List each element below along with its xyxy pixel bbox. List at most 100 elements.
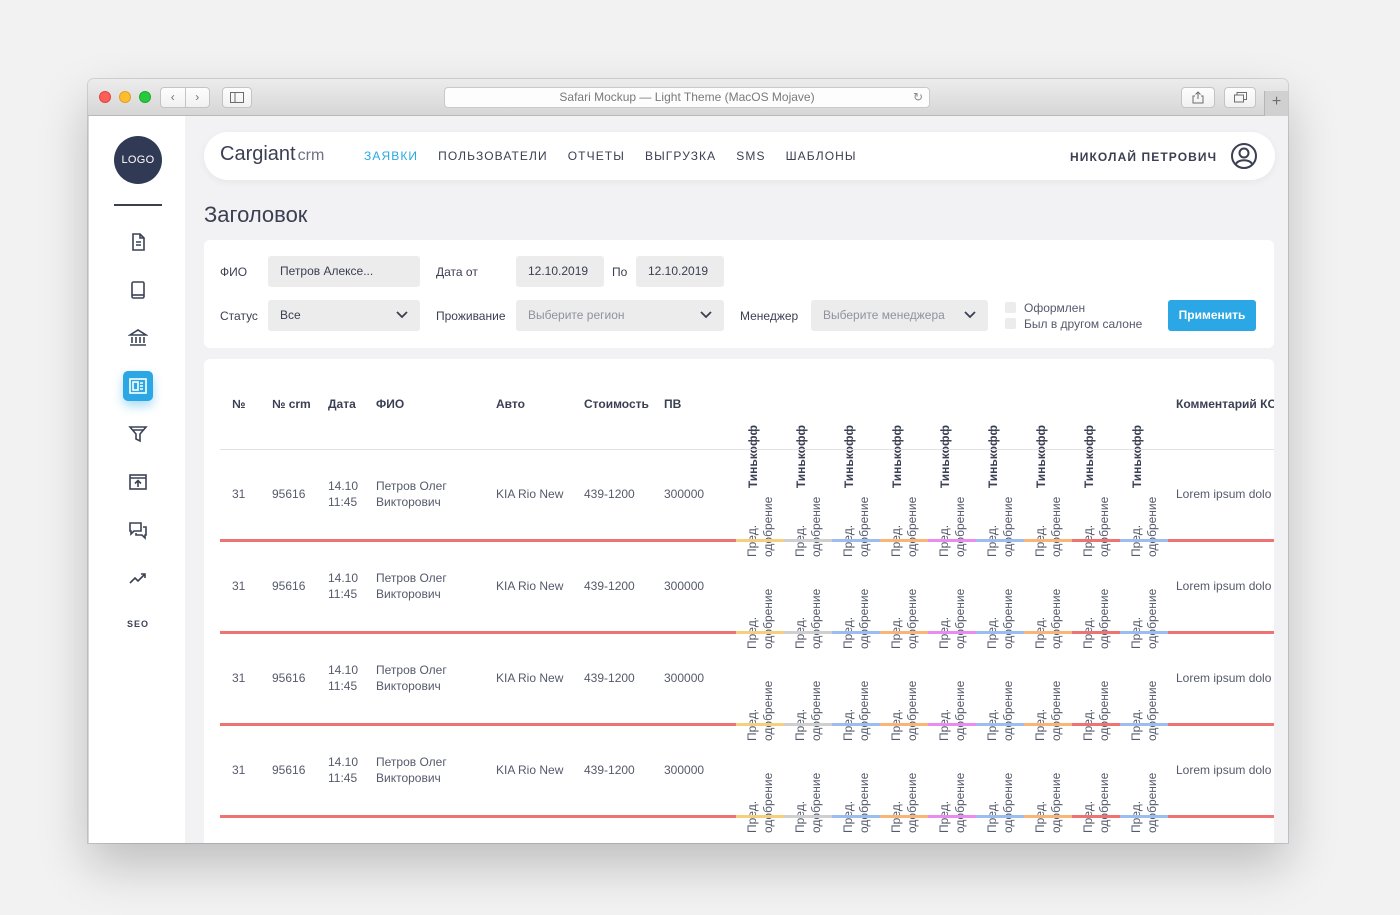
- upload-icon[interactable]: [123, 467, 153, 497]
- col-pv[interactable]: ПВ: [664, 397, 681, 411]
- cell-bank-status[interactable]: Пред.одобрение: [1080, 557, 1111, 649]
- cell-bank-status[interactable]: Пред.одобрение: [840, 557, 871, 649]
- tablet-icon[interactable]: [123, 275, 153, 305]
- reload-icon[interactable]: ↻: [913, 88, 923, 107]
- cell-bank-status[interactable]: Пред.одобрение: [1080, 649, 1111, 741]
- col-bank[interactable]: Тинькофф: [794, 377, 814, 488]
- cell-bank-status[interactable]: Пред.одобрение: [888, 557, 919, 649]
- done-checkbox-label[interactable]: Оформлен: [1024, 301, 1085, 315]
- col-num[interactable]: №: [232, 397, 245, 411]
- cell-bank-status[interactable]: Пред.одобрение: [744, 741, 775, 833]
- col-crm[interactable]: № crm: [272, 397, 311, 411]
- cell-bank-status[interactable]: Пред.одобрение: [936, 465, 967, 557]
- brand[interactable]: Cargiant crm: [220, 143, 324, 166]
- col-date[interactable]: Дата: [328, 397, 356, 411]
- cell-bank-status[interactable]: Пред.одобрение: [792, 741, 823, 833]
- col-bank[interactable]: Тинькофф: [1130, 377, 1150, 488]
- cell-bank-status[interactable]: Пред.одобрение: [1080, 741, 1111, 833]
- seo-link[interactable]: SEO: [109, 619, 167, 629]
- cell-bank-status[interactable]: Пред.одобрение: [936, 741, 967, 833]
- cell-bank-status[interactable]: Пред.одобрение: [744, 557, 775, 649]
- nav-sms[interactable]: SMS: [736, 149, 765, 163]
- cell-time: 11:45: [328, 679, 358, 693]
- trend-icon[interactable]: [123, 563, 153, 593]
- col-comment[interactable]: Комментарий КО: [1176, 397, 1274, 411]
- cell-bank-status[interactable]: Пред.одобрение: [984, 557, 1015, 649]
- logo[interactable]: LOGO: [114, 136, 162, 184]
- table-row[interactable]: 31 95616 14.10 11:45 Петров Олег Викторович KI…: [220, 634, 1274, 741]
- manager-select[interactable]: Выберите менеджера: [811, 300, 988, 331]
- nav-export[interactable]: ВЫГРУЗКА: [645, 149, 716, 163]
- cell-bank-status[interactable]: Пред.одобрение: [1032, 557, 1063, 649]
- cell-bank-status[interactable]: Пред.одобрение: [888, 741, 919, 833]
- col-bank[interactable]: Тинькофф: [938, 377, 958, 488]
- close-window-button[interactable]: [99, 91, 111, 103]
- cell-bank-status[interactable]: Пред.одобрение: [936, 557, 967, 649]
- col-bank[interactable]: Тинькофф: [1034, 377, 1054, 488]
- back-button[interactable]: ‹: [161, 88, 186, 107]
- zoom-window-button[interactable]: [139, 91, 151, 103]
- col-bank[interactable]: Тинькофф: [986, 377, 1006, 488]
- done-checkbox[interactable]: [1005, 302, 1016, 313]
- table-row[interactable]: 31 95616 14.10 11:45 Петров Олег Викторович KI…: [220, 542, 1274, 649]
- nav-requests[interactable]: ЗАЯВКИ: [364, 149, 418, 163]
- cell-bank-status[interactable]: Пред.одобрение: [1128, 557, 1159, 649]
- residence-select[interactable]: Выберите регион: [516, 300, 724, 331]
- cell-bank-status[interactable]: Пред.одобрение: [840, 465, 871, 557]
- bank-icon[interactable]: [123, 323, 153, 353]
- col-fio[interactable]: ФИО: [376, 397, 404, 411]
- cell-bank-status[interactable]: Пред.одобрение: [1128, 465, 1159, 557]
- cell-bank-status[interactable]: Пред.одобрение: [888, 649, 919, 741]
- address-bar[interactable]: Safari Mockup — Light Theme (MacOS Mojav…: [444, 87, 930, 108]
- cell-bank-status[interactable]: Пред.одобрение: [984, 741, 1015, 833]
- cell-bank-status[interactable]: Пред.одобрение: [744, 465, 775, 557]
- cell-bank-status[interactable]: Пред.одобрение: [744, 649, 775, 741]
- nav-users[interactable]: ПОЛЬЗОВАТЕЛИ: [438, 149, 548, 163]
- col-cost[interactable]: Стоимость: [584, 397, 649, 411]
- table-row[interactable]: 31 95616 14.10 11:45 Петров Олег Викторович KI…: [220, 450, 1274, 557]
- apply-button[interactable]: Применить: [1168, 300, 1256, 331]
- cell-bank-status[interactable]: Пред.одобрение: [1032, 465, 1063, 557]
- forward-button[interactable]: ›: [186, 88, 210, 107]
- col-bank[interactable]: Тинькофф: [842, 377, 862, 488]
- cell-bank-status[interactable]: Пред.одобрение: [840, 741, 871, 833]
- col-bank[interactable]: Тинькофф: [1082, 377, 1102, 488]
- new-tab-button[interactable]: +: [1264, 91, 1288, 116]
- chat-icon[interactable]: [123, 515, 153, 545]
- filter-icon[interactable]: [123, 419, 153, 449]
- tabs-overview-button[interactable]: [1224, 87, 1256, 108]
- cell-bank-status[interactable]: Пред.одобрение: [792, 465, 823, 557]
- requests-icon[interactable]: [123, 371, 153, 401]
- cell-bank-status[interactable]: Пред.одобрение: [1032, 649, 1063, 741]
- date-from-field[interactable]: 12.10.2019: [516, 256, 604, 287]
- cell-bank-status[interactable]: Пред.одобрение: [1128, 741, 1159, 833]
- cell-bank-status[interactable]: Пред.одобрение: [984, 465, 1015, 557]
- cell-bank-status[interactable]: Пред.одобрение: [936, 649, 967, 741]
- col-auto[interactable]: Авто: [496, 397, 525, 411]
- cell-bank-status[interactable]: Пред.одобрение: [1032, 741, 1063, 833]
- table-row[interactable]: 31 95616 14.10 11:45 Петров Олег Викторович KI…: [220, 726, 1274, 833]
- nav-templates[interactable]: ШАБЛОНЫ: [786, 149, 857, 163]
- col-bank[interactable]: Тинькофф: [890, 377, 910, 488]
- col-bank[interactable]: Тинькофф: [746, 377, 766, 488]
- cell-bank-status[interactable]: Пред.одобрение: [1080, 465, 1111, 557]
- document-icon[interactable]: [123, 227, 153, 257]
- other-salon-checkbox-label[interactable]: Был в другом салоне: [1024, 317, 1142, 331]
- user-avatar-icon[interactable]: [1230, 142, 1258, 170]
- date-to-field[interactable]: 12.10.2019: [636, 256, 724, 287]
- nav-reports[interactable]: ОТЧЕТЫ: [568, 149, 625, 163]
- minimize-window-button[interactable]: [119, 91, 131, 103]
- share-button[interactable]: [1181, 87, 1215, 108]
- status-select[interactable]: Все: [268, 300, 420, 331]
- cell-bank-status[interactable]: Пред.одобрение: [888, 465, 919, 557]
- cell-bank-status[interactable]: Пред.одобрение: [984, 649, 1015, 741]
- cell-bank-status[interactable]: Пред.одобрение: [792, 557, 823, 649]
- user-name[interactable]: НИКОЛАЙ ПЕТРОВИЧ: [1070, 150, 1217, 164]
- other-salon-checkbox[interactable]: [1005, 318, 1016, 329]
- sidebar-toggle-button[interactable]: [222, 87, 252, 108]
- cell-bank-status[interactable]: Пред.одобрение: [792, 649, 823, 741]
- cell-pv: 300000: [664, 671, 705, 685]
- cell-bank-status[interactable]: Пред.одобрение: [840, 649, 871, 741]
- cell-bank-status[interactable]: Пред.одобрение: [1128, 649, 1159, 741]
- fio-field[interactable]: Петров Алексе...: [268, 256, 420, 287]
